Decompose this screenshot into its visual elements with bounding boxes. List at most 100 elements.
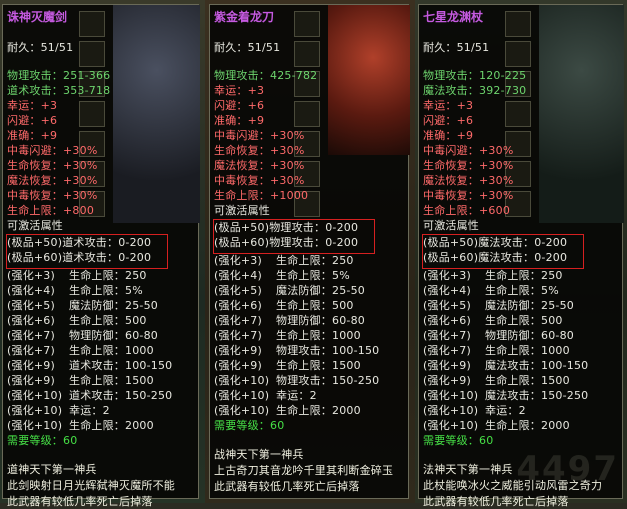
stat-value: +30% xyxy=(479,189,514,202)
stat-row: 魔法恢复：+30% xyxy=(214,159,304,173)
flavor-text: 此武器有较低几率死亡后掉落 xyxy=(214,480,360,493)
stat-label: 物理防御： xyxy=(276,314,332,327)
enhancement-row: (强化+7) 物理防御：60-80 xyxy=(423,329,574,343)
stat-label: 生命上限： xyxy=(7,204,63,217)
stat-label: 生命上限： xyxy=(276,269,332,282)
enhancement-row: (强化+9) 魔法攻击：100-150 xyxy=(423,359,588,373)
enhance-tag: (强化+10) xyxy=(214,404,270,417)
stat-value: +3 xyxy=(456,99,474,112)
stat-label: 中毒闪避： xyxy=(214,129,270,142)
requirement-label: 需要等级： xyxy=(423,434,479,447)
enhance-tag: (强化+7) xyxy=(214,329,262,342)
enhancement-row: (强化+9) 生命上限：1500 xyxy=(423,374,570,388)
enhance-tag: (强化+10) xyxy=(7,404,63,417)
enhancement-row: (强化+5) 魔法防御：25-50 xyxy=(423,299,574,313)
stat-row: 闪避：+6 xyxy=(423,114,473,128)
enhancement-row: (强化+10) 生命上限：2000 xyxy=(7,419,154,433)
item-slot[interactable] xyxy=(294,11,320,37)
enhancement-row: (强化+4) 生命上限：5% xyxy=(423,284,559,298)
stat-value: +3 xyxy=(40,99,58,112)
stat-label: 生命上限： xyxy=(485,269,541,282)
stat-value: 100-150 xyxy=(125,359,173,372)
stat-value: 500 xyxy=(541,314,563,327)
item-slot[interactable] xyxy=(505,41,531,67)
stat-label: 道术攻击： xyxy=(62,251,119,264)
durability-label: 耐久： xyxy=(214,41,248,54)
stat-row: 幸运：+3 xyxy=(7,99,57,113)
stat-value: 0-200 xyxy=(118,251,152,264)
item-slot[interactable] xyxy=(505,101,531,127)
item-slot[interactable] xyxy=(505,11,531,37)
stat-label: 准确： xyxy=(7,129,41,142)
stat-value: 150-250 xyxy=(332,374,380,387)
item-slot[interactable] xyxy=(79,11,105,37)
stat-label: 准确： xyxy=(214,114,248,127)
stat-value: 60-80 xyxy=(125,329,158,342)
item-slot[interactable] xyxy=(79,41,105,67)
durability-label: 耐久： xyxy=(7,41,41,54)
stat-value: 392-730 xyxy=(479,84,527,97)
enhance-tag: (强化+3) xyxy=(423,269,471,282)
stat-value: 2 xyxy=(309,389,317,402)
item-slot[interactable] xyxy=(294,101,320,127)
stat-row: 物理攻击：120-225 xyxy=(423,69,526,83)
stat-value: +6 xyxy=(456,114,474,127)
stat-label: 生命上限： xyxy=(485,344,541,357)
enhance-tag: (强化+4) xyxy=(7,284,55,297)
stat-label: 中毒恢复： xyxy=(214,174,270,187)
flavor-text: 战神天下第一神兵 xyxy=(214,448,304,461)
stat-label: 道术攻击： xyxy=(62,236,119,249)
stat-value: +30% xyxy=(63,144,98,157)
stat-label: 生命恢复： xyxy=(214,144,270,157)
item-artwork xyxy=(539,5,624,223)
stat-row: 准确：+9 xyxy=(7,129,57,143)
stat-row: 幸运：+3 xyxy=(214,84,264,98)
enhancement-row: (强化+10) 生命上限：2000 xyxy=(214,404,361,418)
stat-label: 生命上限： xyxy=(214,189,270,202)
stat-value: +30% xyxy=(270,129,305,142)
stat-label: 闪避： xyxy=(423,114,457,127)
stat-label: 魔法攻击： xyxy=(423,84,479,97)
item-slot[interactable] xyxy=(79,101,105,127)
stat-label: 物理攻击： xyxy=(214,69,270,82)
stat-value: 60-80 xyxy=(541,329,574,342)
stat-label: 魔法攻击： xyxy=(478,236,535,249)
stat-value: 2000 xyxy=(332,404,361,417)
item-title: 七星龙渊杖 xyxy=(423,10,484,24)
stat-label: 生命恢复： xyxy=(423,159,479,172)
enhance-tag: (强化+5) xyxy=(7,299,55,312)
stat-label: 中毒恢复： xyxy=(423,189,479,202)
enhance-tag: (强化+10) xyxy=(214,389,270,402)
enhancement-row: (强化+10) 道术攻击：150-250 xyxy=(7,389,172,403)
stat-value: +30% xyxy=(63,189,98,202)
stat-label: 生命上限： xyxy=(276,404,332,417)
stat-row: 闪避：+6 xyxy=(7,114,57,128)
item-artwork xyxy=(113,5,200,223)
item-tooltip-panel: 七星龙渊杖 耐久：51/51 物理攻击：120-225 魔法攻击：392-730 幸运：… xyxy=(418,4,624,508)
enhancement-row: (强化+6) 生命上限：500 xyxy=(7,314,147,328)
stat-label: 幸运： xyxy=(69,404,103,417)
stat-value: +9 xyxy=(40,129,58,142)
stat-label: 物理攻击： xyxy=(276,344,332,357)
item-slot[interactable] xyxy=(294,41,320,67)
bonus-tag: (极品+60) xyxy=(214,236,270,249)
requirement-label: 需要等级： xyxy=(214,419,270,432)
stat-row: 中毒恢复：+30% xyxy=(214,174,304,188)
stat-value: 250 xyxy=(125,269,147,282)
stat-row: 中毒恢复：+30% xyxy=(423,189,513,203)
enhance-tag: (强化+9) xyxy=(214,359,262,372)
enhancement-row: (强化+7) 生命上限：1000 xyxy=(214,329,361,343)
stat-value: +1000 xyxy=(270,189,309,202)
stat-value: 251-366 xyxy=(63,69,111,82)
stat-value: 2 xyxy=(102,404,110,417)
stat-value: +3 xyxy=(247,84,265,97)
stat-value: 150-250 xyxy=(125,389,173,402)
stat-row: 闪避：+6 xyxy=(214,99,264,113)
stat-row: 中毒闪避：+30% xyxy=(7,144,97,158)
enhancement-row: (强化+9) 物理攻击：100-150 xyxy=(214,344,379,358)
enhance-tag: (强化+9) xyxy=(7,359,55,372)
stat-label: 生命上限： xyxy=(485,419,541,432)
highlighted-stat-row: (极品+50)魔法攻击：0-200 xyxy=(423,236,567,250)
stat-label: 闪避： xyxy=(214,99,248,112)
durability-value: 51/51 xyxy=(40,41,74,54)
